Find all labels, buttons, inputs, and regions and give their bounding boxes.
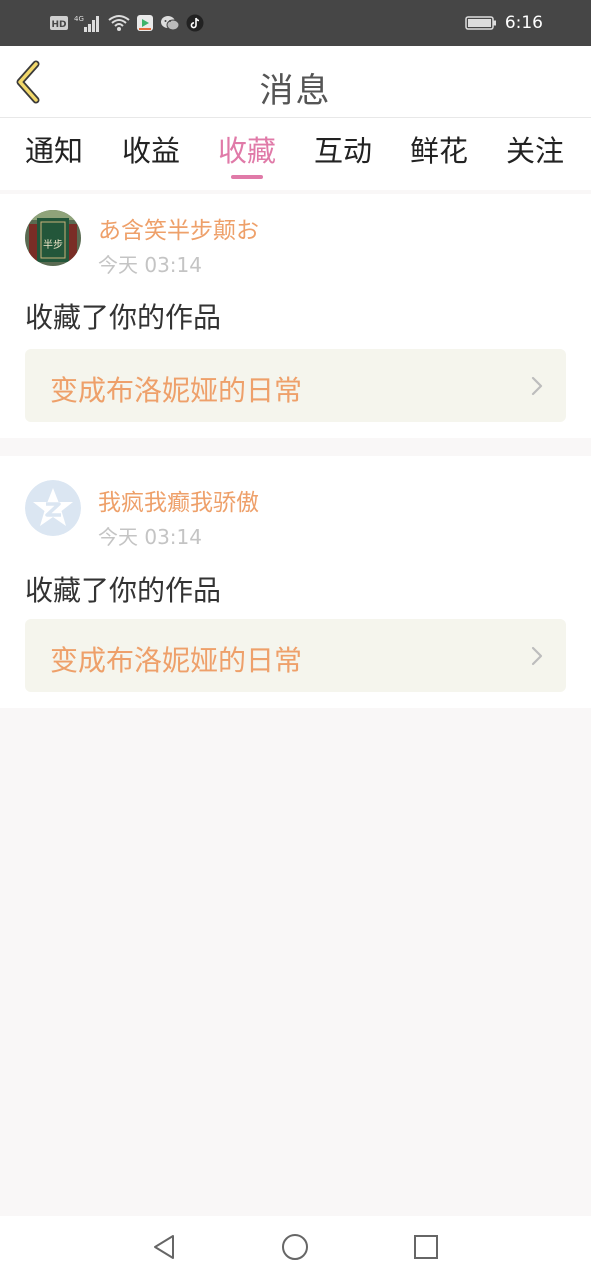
clock: 6:16	[504, 13, 543, 33]
active-tab-indicator	[231, 175, 263, 179]
tab-bar: 通知 收益 收藏 互动 鲜花 关注	[0, 118, 591, 190]
tab-following[interactable]: 关注	[495, 128, 575, 170]
action-text: 收藏了你的作品	[25, 301, 222, 334]
avatar[interactable]	[25, 480, 81, 536]
message-card: 我疯我癫我骄傲 今天 03:14 收藏了你的作品 变成布洛妮娅的日常	[0, 456, 591, 708]
battery-icon	[465, 15, 497, 31]
network-type-text: 4G	[74, 15, 84, 23]
tab-flowers[interactable]: 鲜花	[399, 128, 479, 170]
tab-interactions[interactable]: 互动	[303, 128, 383, 170]
back-triangle-icon	[154, 1235, 174, 1259]
nav-home-button[interactable]	[280, 1232, 310, 1262]
app-header: 消息	[0, 46, 591, 118]
action-text: 收藏了你的作品	[25, 574, 222, 607]
wifi-icon	[108, 14, 130, 32]
message-time: 今天 03:14	[98, 253, 202, 277]
username[interactable]: 我疯我癫我骄傲	[98, 483, 259, 517]
avatar[interactable]: 半步	[25, 210, 81, 266]
work-title: 变成布洛妮娅的日常	[50, 644, 303, 677]
qq-zone-star-icon	[25, 480, 81, 536]
tab-notifications[interactable]: 通知	[14, 128, 94, 170]
status-icons-left: HD 4G	[50, 13, 204, 33]
page-title: 消息	[259, 71, 332, 111]
wechat-icon	[160, 14, 180, 32]
chevron-right-icon	[531, 376, 543, 396]
tiktok-icon	[186, 14, 204, 32]
nav-back-button[interactable]	[149, 1232, 179, 1262]
tab-favorites[interactable]: 收藏	[207, 128, 287, 170]
status-icons-right: 6:16	[465, 12, 543, 34]
message-time: 今天 03:14	[98, 525, 202, 549]
tab-earnings[interactable]: 收益	[111, 128, 191, 170]
system-nav-bar	[0, 1216, 591, 1280]
chevron-right-icon	[531, 646, 543, 666]
hd-icon: HD	[50, 15, 68, 31]
work-link[interactable]: 变成布洛妮娅的日常	[25, 619, 566, 692]
video-app-icon	[136, 14, 154, 32]
message-card: 半步 あ含笑半步颠お 今天 03:14 收藏了你的作品 变成布洛妮娅的日常	[0, 194, 591, 438]
avatar-text: 半步	[43, 238, 63, 251]
home-circle-icon	[282, 1234, 308, 1260]
username[interactable]: あ含笑半步颠お	[98, 211, 259, 245]
recents-square-icon	[414, 1235, 438, 1259]
hd-text: HD	[51, 20, 66, 30]
4g-signal-icon: 4G	[74, 14, 102, 32]
work-title: 变成布洛妮娅的日常	[50, 374, 303, 407]
status-bar: HD 4G 6:16	[0, 0, 591, 46]
nav-recents-button[interactable]	[411, 1232, 441, 1262]
work-link[interactable]: 变成布洛妮娅的日常	[25, 349, 566, 422]
